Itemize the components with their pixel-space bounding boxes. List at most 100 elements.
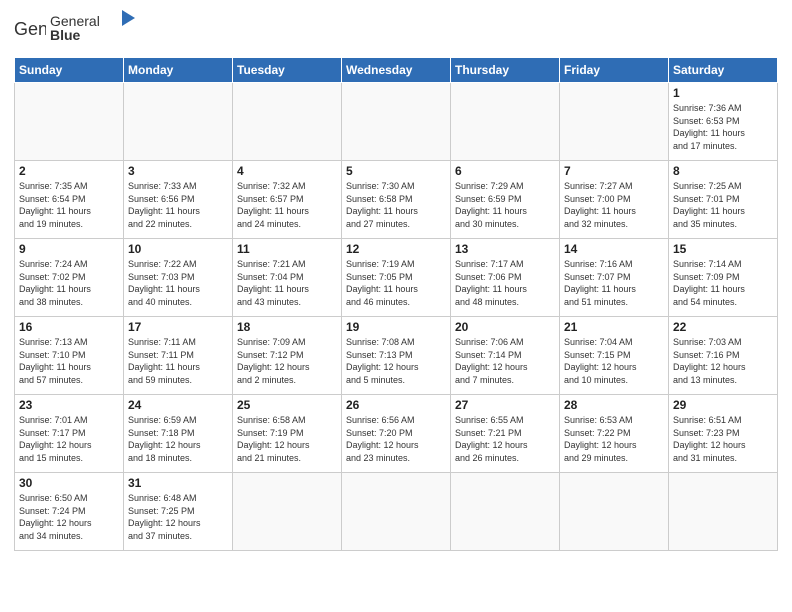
day-info: Sunrise: 6:56 AM Sunset: 7:20 PM Dayligh… [346,414,446,464]
day-info: Sunrise: 7:16 AM Sunset: 7:07 PM Dayligh… [564,258,664,308]
day-cell: 5 Sunrise: 7:30 AM Sunset: 6:58 PM Daylig… [342,161,451,239]
svg-text:Blue: Blue [50,27,81,43]
svg-text:General: General [14,19,46,39]
day-info: Sunrise: 6:55 AM Sunset: 7:21 PM Dayligh… [455,414,555,464]
day-number: 31 [128,476,228,490]
day-cell: 21Sunrise: 7:04 AM Sunset: 7:15 PM Dayli… [560,317,669,395]
day-number: 16 [19,320,119,334]
week-row-4: 23 Sunrise: 7:01 AM Sunset: 7:17 PM Dayli… [15,395,778,473]
day-number: 3 [128,164,228,178]
day-cell: 7 Sunrise: 7:27 AM Sunset: 7:00 PM Daylig… [560,161,669,239]
day-cell [15,83,124,161]
day-number: 8 [673,164,773,178]
day-number: 28 [564,398,664,412]
day-info: Sunrise: 7:27 AM Sunset: 7:00 PM Dayligh… [564,180,664,230]
day-info: Sunrise: 7:30 AM Sunset: 6:58 PM Dayligh… [346,180,446,230]
day-info: Sunrise: 7:22 AM Sunset: 7:03 PM Dayligh… [128,258,228,308]
day-cell [560,83,669,161]
week-row-3: 16 Sunrise: 7:13 AM Sunset: 7:10 PM Dayli… [15,317,778,395]
day-info: Sunrise: 7:06 AM Sunset: 7:14 PM Dayligh… [455,336,555,386]
day-cell [233,83,342,161]
day-cell [233,473,342,551]
day-number: 11 [237,242,337,256]
day-cell: 23 Sunrise: 7:01 AM Sunset: 7:17 PM Dayli… [15,395,124,473]
day-number: 22 [673,320,773,334]
day-info: Sunrise: 6:53 AM Sunset: 7:22 PM Dayligh… [564,414,664,464]
header: General General Blue [14,10,778,51]
day-cell: 12 Sunrise: 7:19 AM Sunset: 7:05 PM Dayli… [342,239,451,317]
day-cell [342,83,451,161]
day-cell: 3 Sunrise: 7:33 AM Sunset: 6:56 PM Daylig… [124,161,233,239]
day-info: Sunrise: 7:24 AM Sunset: 7:02 PM Dayligh… [19,258,119,308]
day-number: 17 [128,320,228,334]
day-info: Sunrise: 7:19 AM Sunset: 7:05 PM Dayligh… [346,258,446,308]
day-cell [669,473,778,551]
day-cell: 9 Sunrise: 7:24 AM Sunset: 7:02 PM Daylig… [15,239,124,317]
day-info: Sunrise: 7:04 AM Sunset: 7:15 PM Dayligh… [564,336,664,386]
day-cell: 18Sunrise: 7:09 AM Sunset: 7:12 PM Dayli… [233,317,342,395]
day-info: Sunrise: 7:36 AM Sunset: 6:53 PM Dayligh… [673,102,773,152]
logo-text: General Blue [50,10,140,51]
day-cell [124,83,233,161]
day-number: 15 [673,242,773,256]
day-number: 19 [346,320,446,334]
day-info: Sunrise: 7:09 AM Sunset: 7:12 PM Dayligh… [237,336,337,386]
day-info: Sunrise: 7:32 AM Sunset: 6:57 PM Dayligh… [237,180,337,230]
day-info: Sunrise: 7:08 AM Sunset: 7:13 PM Dayligh… [346,336,446,386]
logo-icon: General [14,17,46,45]
day-number: 1 [673,86,773,100]
week-row-0: 1 Sunrise: 7:36 AM Sunset: 6:53 PM Daylig… [15,83,778,161]
day-number: 14 [564,242,664,256]
day-number: 2 [19,164,119,178]
day-cell: 1 Sunrise: 7:36 AM Sunset: 6:53 PM Daylig… [669,83,778,161]
day-info: Sunrise: 6:48 AM Sunset: 7:25 PM Dayligh… [128,492,228,542]
day-info: Sunrise: 6:50 AM Sunset: 7:24 PM Dayligh… [19,492,119,542]
day-info: Sunrise: 7:21 AM Sunset: 7:04 PM Dayligh… [237,258,337,308]
day-cell [451,83,560,161]
day-number: 9 [19,242,119,256]
day-info: Sunrise: 7:33 AM Sunset: 6:56 PM Dayligh… [128,180,228,230]
day-info: Sunrise: 7:11 AM Sunset: 7:11 PM Dayligh… [128,336,228,386]
page: General General Blue SundayMondayTuesday… [0,0,792,612]
weekday-header-thursday: Thursday [451,58,560,83]
week-row-5: 30Sunrise: 6:50 AM Sunset: 7:24 PM Dayli… [15,473,778,551]
day-info: Sunrise: 7:13 AM Sunset: 7:10 PM Dayligh… [19,336,119,386]
day-number: 7 [564,164,664,178]
day-number: 27 [455,398,555,412]
day-cell: 8Sunrise: 7:25 AM Sunset: 7:01 PM Daylig… [669,161,778,239]
weekday-header-saturday: Saturday [669,58,778,83]
day-number: 29 [673,398,773,412]
day-number: 5 [346,164,446,178]
day-cell: 27 Sunrise: 6:55 AM Sunset: 7:21 PM Dayli… [451,395,560,473]
day-cell: 31 Sunrise: 6:48 AM Sunset: 7:25 PM Dayli… [124,473,233,551]
day-number: 24 [128,398,228,412]
day-info: Sunrise: 7:01 AM Sunset: 7:17 PM Dayligh… [19,414,119,464]
week-row-2: 9 Sunrise: 7:24 AM Sunset: 7:02 PM Daylig… [15,239,778,317]
day-cell: 29Sunrise: 6:51 AM Sunset: 7:23 PM Dayli… [669,395,778,473]
day-number: 12 [346,242,446,256]
weekday-header-sunday: Sunday [15,58,124,83]
day-cell: 20Sunrise: 7:06 AM Sunset: 7:14 PM Dayli… [451,317,560,395]
day-info: Sunrise: 7:17 AM Sunset: 7:06 PM Dayligh… [455,258,555,308]
day-number: 25 [237,398,337,412]
week-row-1: 2 Sunrise: 7:35 AM Sunset: 6:54 PM Daylig… [15,161,778,239]
day-cell: 26 Sunrise: 6:56 AM Sunset: 7:20 PM Dayli… [342,395,451,473]
day-cell: 24Sunrise: 6:59 AM Sunset: 7:18 PM Dayli… [124,395,233,473]
day-info: Sunrise: 7:35 AM Sunset: 6:54 PM Dayligh… [19,180,119,230]
weekday-header-row: SundayMondayTuesdayWednesdayThursdayFrid… [15,58,778,83]
day-cell: 25Sunrise: 6:58 AM Sunset: 7:19 PM Dayli… [233,395,342,473]
day-cell: 4 Sunrise: 7:32 AM Sunset: 6:57 PM Daylig… [233,161,342,239]
day-info: Sunrise: 7:14 AM Sunset: 7:09 PM Dayligh… [673,258,773,308]
day-cell: 13 Sunrise: 7:17 AM Sunset: 7:06 PM Dayli… [451,239,560,317]
day-number: 4 [237,164,337,178]
day-cell: 14 Sunrise: 7:16 AM Sunset: 7:07 PM Dayli… [560,239,669,317]
day-number: 13 [455,242,555,256]
day-cell: 19 Sunrise: 7:08 AM Sunset: 7:13 PM Dayli… [342,317,451,395]
weekday-header-tuesday: Tuesday [233,58,342,83]
day-cell [342,473,451,551]
day-number: 10 [128,242,228,256]
day-number: 26 [346,398,446,412]
day-cell [560,473,669,551]
day-number: 23 [19,398,119,412]
day-info: Sunrise: 7:29 AM Sunset: 6:59 PM Dayligh… [455,180,555,230]
